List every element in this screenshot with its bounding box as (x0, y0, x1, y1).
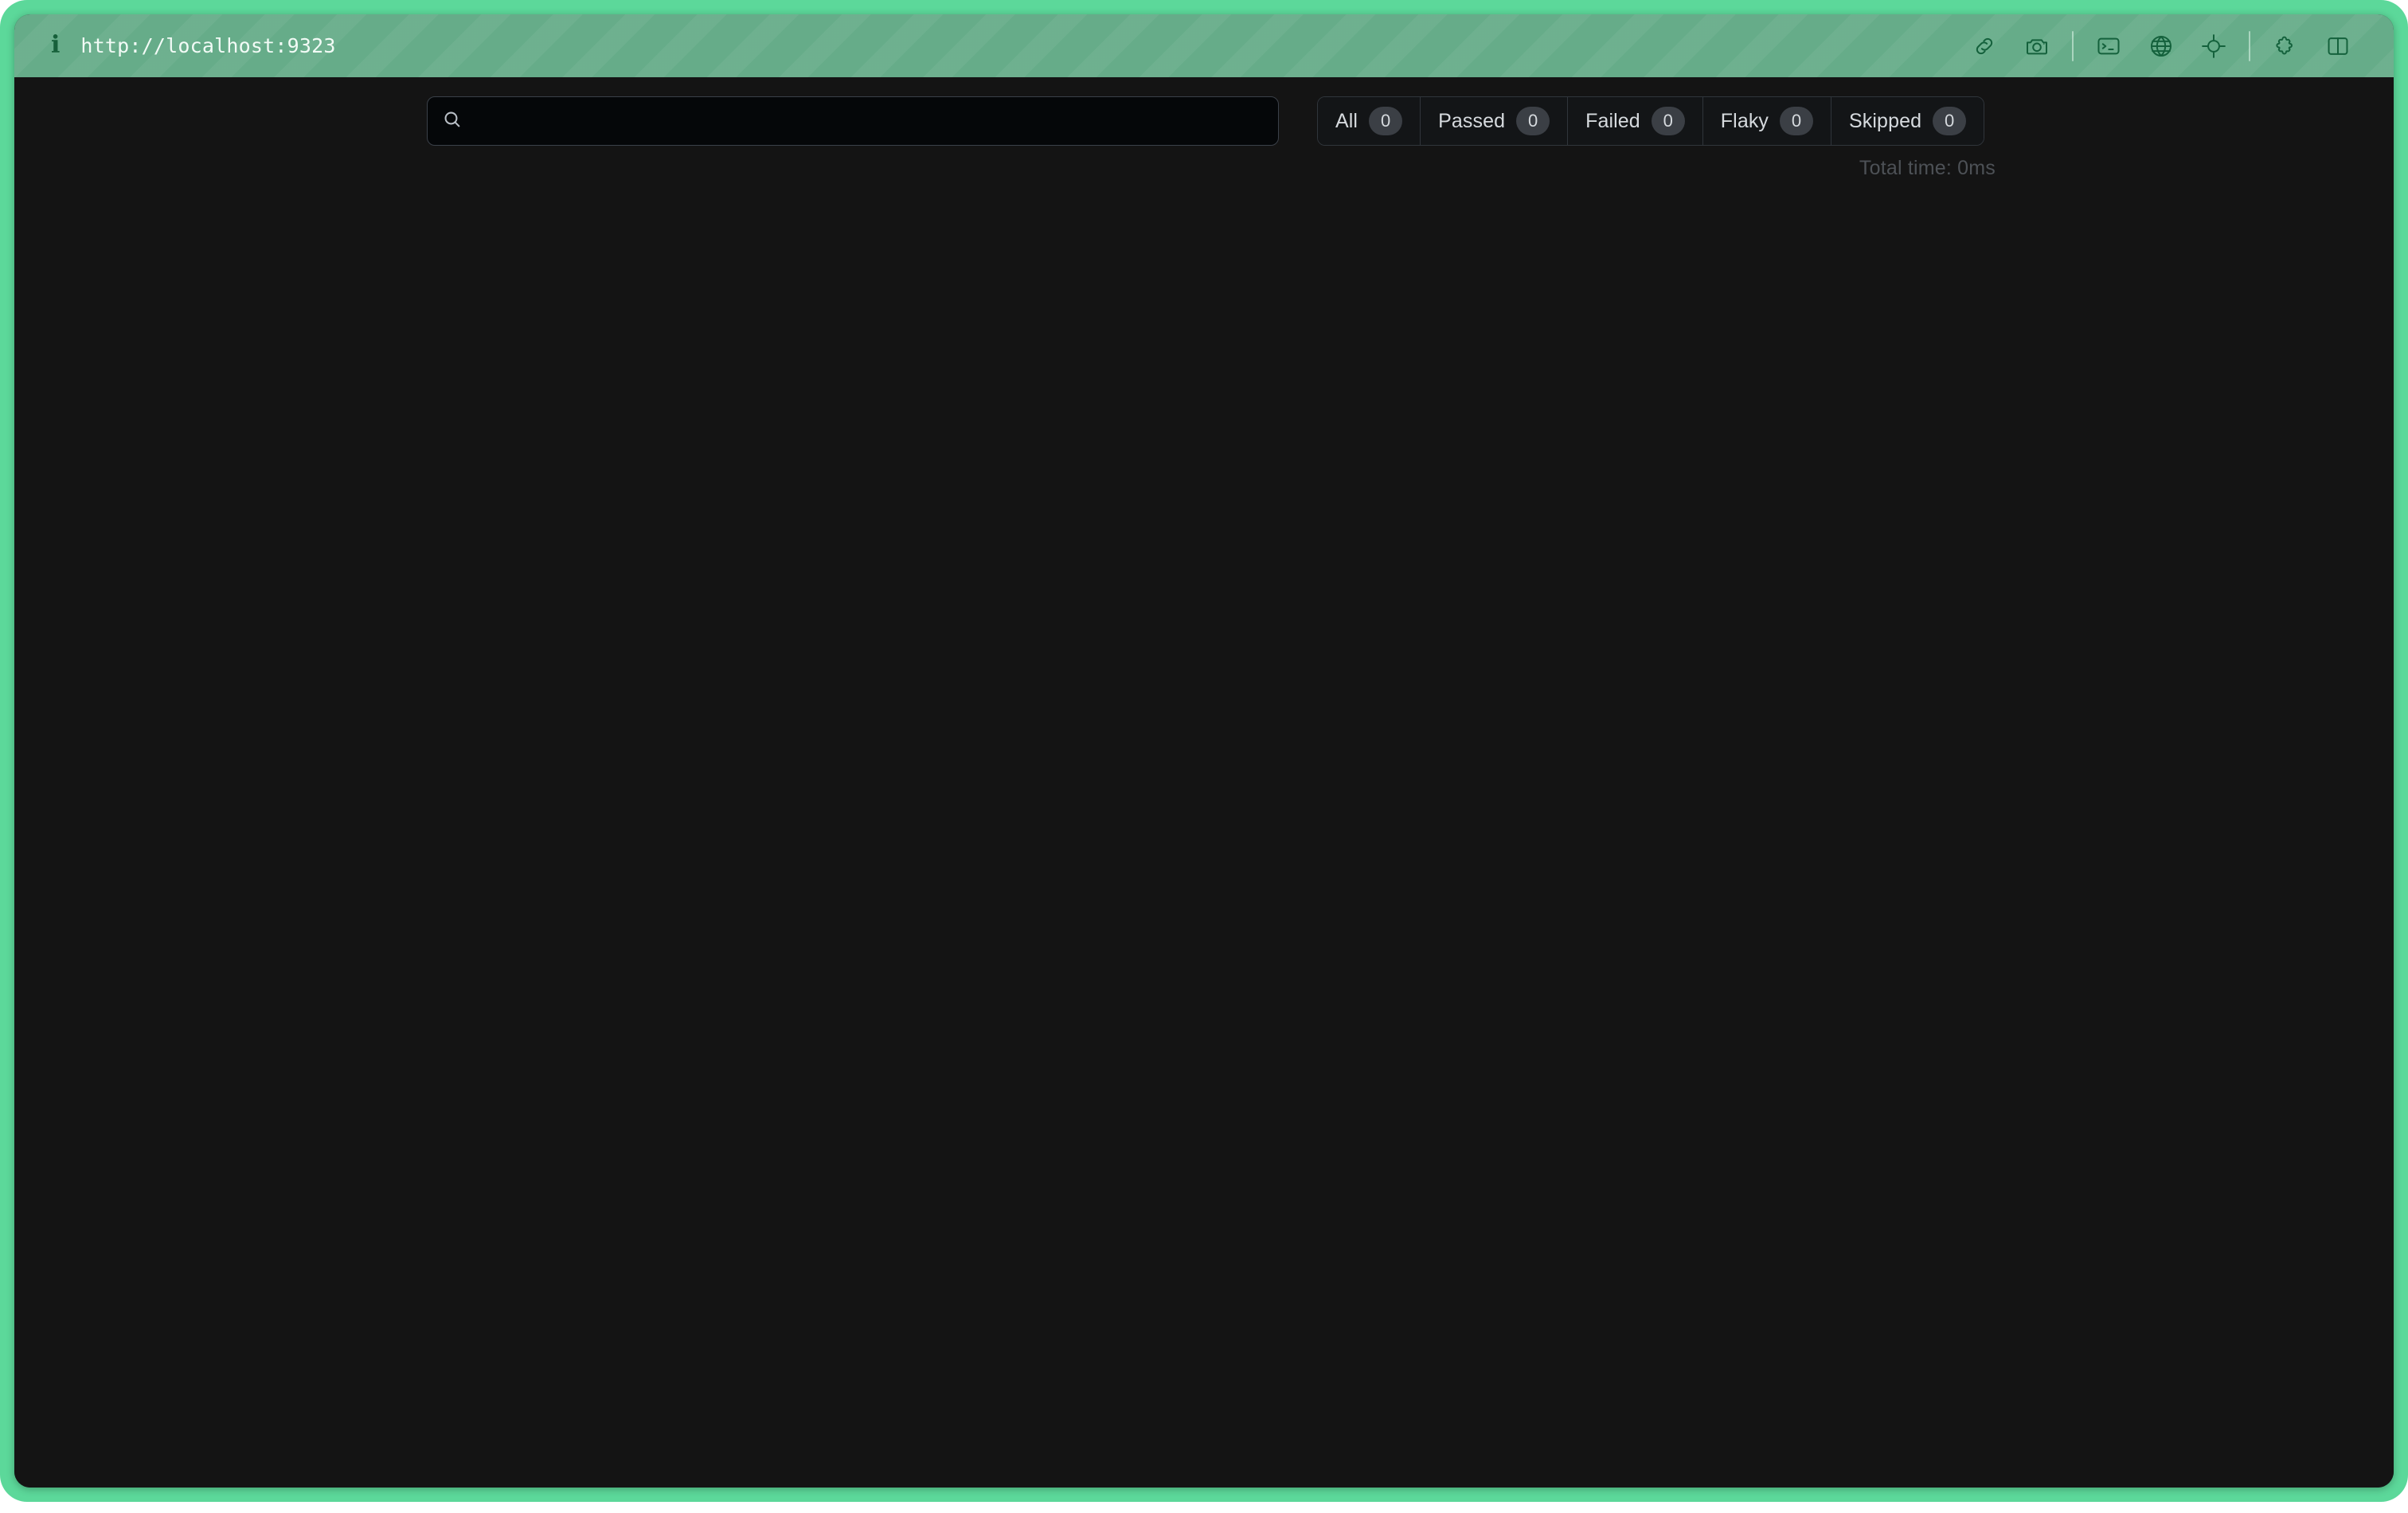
icon-group-devtools (2074, 29, 2249, 64)
content-area: All 0 Passed 0 Failed 0 Flaky 0 Skipped (14, 77, 2394, 1488)
copy-link-icon[interactable] (1967, 29, 2002, 64)
inspect-target-icon[interactable] (2196, 29, 2231, 64)
search-container (427, 96, 1279, 146)
filter-tab-all-label: All (1335, 109, 1358, 132)
header-left-group: i http://localhost:9323 (51, 33, 1949, 59)
search-input[interactable] (474, 97, 1278, 145)
filter-tab-passed-label: Passed (1438, 109, 1506, 132)
header-actions (1949, 29, 2373, 64)
filter-tab-skipped-label: Skipped (1849, 109, 1922, 132)
filter-tab-failed-label: Failed (1585, 109, 1640, 132)
search-box[interactable] (427, 96, 1279, 146)
filter-tab-passed[interactable]: Passed 0 (1421, 97, 1569, 145)
filter-tab-skipped[interactable]: Skipped 0 (1831, 97, 1984, 145)
page-url-label: http://localhost:9323 (80, 34, 336, 57)
terminal-console-icon[interactable] (2091, 29, 2126, 64)
filter-tab-passed-count: 0 (1516, 107, 1550, 135)
filter-tab-failed-count: 0 (1651, 107, 1685, 135)
window-body: i http://localhost:9323 All 0 Passed 0 F… (14, 14, 2394, 1488)
filter-tab-flaky-label: Flaky (1720, 109, 1769, 132)
window-frame: i http://localhost:9323 All 0 Passed 0 F… (0, 0, 2408, 1502)
filter-tab-all[interactable]: All 0 (1318, 97, 1421, 145)
filter-tab-failed[interactable]: Failed 0 (1568, 97, 1703, 145)
filter-tab-skipped-count: 0 (1933, 107, 1967, 135)
screenshot-camera-icon[interactable] (2019, 29, 2054, 64)
header-bar: i http://localhost:9323 (14, 14, 2394, 77)
network-globe-icon[interactable] (2144, 29, 2179, 64)
test-results-list (14, 213, 2394, 1488)
filter-tab-all-count: 0 (1369, 107, 1403, 135)
search-icon (442, 109, 463, 134)
filter-tab-flaky-count: 0 (1780, 107, 1814, 135)
extension-puzzle-icon[interactable] (2268, 29, 2303, 64)
split-panel-icon[interactable] (2320, 29, 2355, 64)
filter-tab-group: All 0 Passed 0 Failed 0 Flaky 0 Skipped (1317, 96, 1985, 146)
info-icon: i (51, 30, 61, 59)
total-time-label: Total time: 0ms (1859, 157, 1996, 179)
icon-group-layout (2250, 29, 2373, 64)
filter-tab-flaky[interactable]: Flaky 0 (1702, 97, 1832, 145)
icon-group-share (1949, 29, 2072, 64)
